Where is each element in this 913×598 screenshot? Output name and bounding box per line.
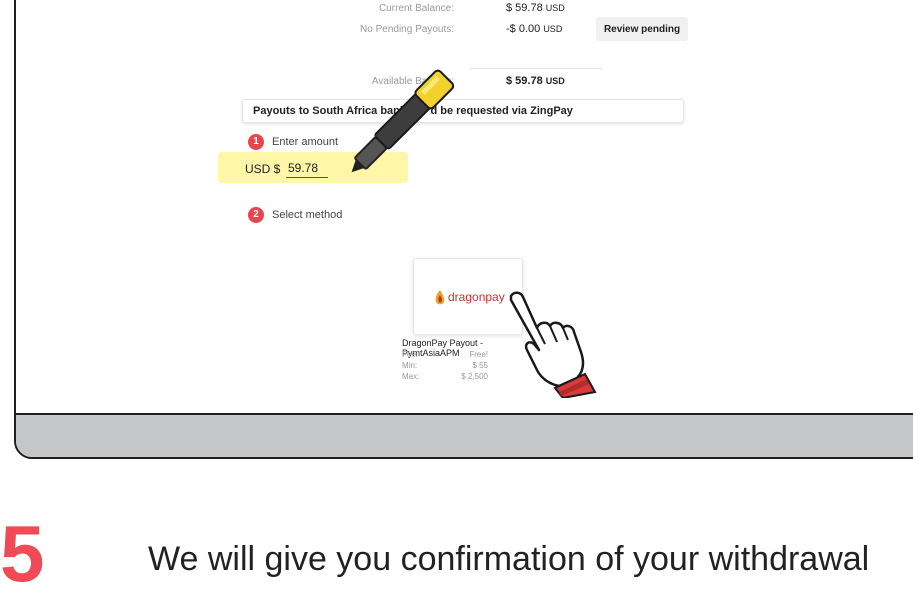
fee-label: Fee: (402, 350, 419, 359)
step-1-label: Enter amount (272, 136, 339, 148)
pending-payouts-amount: -$ 0.00 (506, 23, 541, 35)
dragonpay-logo-icon (435, 290, 445, 305)
min-label: Min: (402, 361, 418, 370)
max-row: Max: $ 2,500 (402, 372, 488, 382)
pending-payouts-label: No Pending Payouts: (360, 24, 454, 35)
marker-pen-icon (351, 69, 455, 173)
step-1-badge: 1 (248, 134, 264, 150)
pending-payouts-value: -$ 0.00 USD (506, 23, 562, 35)
device-bottom-bar (16, 413, 913, 457)
pending-payouts-currency: USD (543, 24, 563, 34)
hand-pointer-icon (509, 291, 597, 398)
payout-screen: Current Balance: $ 59.78 USD No Pending … (16, 0, 913, 413)
min-row: Min: $ 55 (402, 361, 488, 371)
pending-payouts-row: No Pending Payouts: -$ 0.00 USD (16, 19, 913, 41)
amount-input[interactable] (286, 159, 328, 178)
device-frame: Current Balance: $ 59.78 USD No Pending … (14, 0, 913, 459)
current-balance-label: Current Balance: (378, 3, 454, 14)
max-value: $ 2,500 (461, 372, 488, 381)
current-balance-amount: $ 59.78 (506, 2, 543, 14)
tutorial-step-number: 5 (0, 509, 45, 598)
available-balance-value: $ 59.78 USD (506, 75, 565, 87)
review-pending-button[interactable]: Review pending (596, 17, 688, 41)
max-label: Max: (402, 372, 420, 381)
current-balance-value: $ 59.78 USD (506, 2, 565, 14)
fee-row: Fee: Free! (402, 350, 488, 360)
dragonpay-logo-text: dragonpay (448, 290, 505, 304)
fee-value: Free! (469, 350, 488, 359)
min-value: $ 55 (472, 361, 488, 370)
balance-divider (470, 68, 602, 69)
current-balance-currency: USD (545, 3, 565, 13)
amount-currency-prefix: USD $ (245, 162, 281, 176)
step-2-badge: 2 (248, 207, 264, 223)
available-balance-currency: USD (545, 76, 565, 86)
available-balance-amount: $ 59.78 (506, 75, 543, 87)
tutorial-instruction: We will give you confirmation of your wi… (148, 540, 870, 578)
current-balance-row: Current Balance: $ 59.78 USD (16, 0, 913, 20)
step-2-label: Select method (272, 209, 343, 221)
